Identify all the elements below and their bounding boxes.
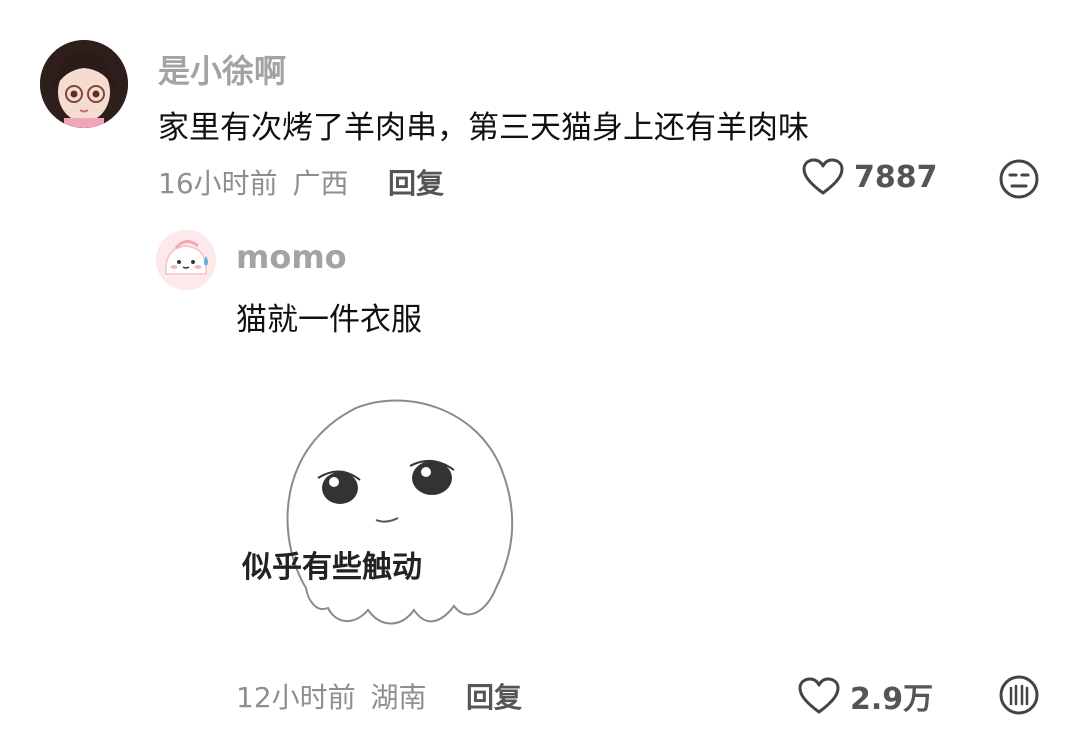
reply-like-count: 2.9万 xyxy=(850,682,934,717)
sticker-caption: 似乎有些触动 xyxy=(242,550,422,585)
comment-meta: 16小时前 广西 xyxy=(158,162,349,202)
reply-reply-button[interactable]: 回复 xyxy=(466,676,522,716)
reply-text: 猫就一件衣服 xyxy=(236,302,422,338)
like-count: 7887 xyxy=(854,159,938,195)
reply-meta: 12小时前 湖南 xyxy=(236,676,427,716)
dislike-button[interactable] xyxy=(998,158,1040,200)
comment-location: 广西 xyxy=(292,167,349,200)
comment-text: 家里有次烤了羊肉串，第三天猫身上还有羊肉味 xyxy=(158,110,809,146)
girl-with-glasses-avatar-icon xyxy=(40,40,128,128)
commenter-name[interactable]: 是小徐啊 xyxy=(158,46,286,92)
reply-dislike-button[interactable] xyxy=(998,674,1040,716)
reply-button[interactable]: 回复 xyxy=(388,162,444,202)
reply-avatar[interactable] xyxy=(156,230,216,290)
reply-username[interactable]: momo xyxy=(236,238,347,276)
reply-time: 12小时前 xyxy=(236,681,356,714)
comment-time: 16小时前 xyxy=(158,167,278,200)
ghost-sticker-icon xyxy=(286,399,514,625)
heart-icon xyxy=(798,677,840,714)
reply-location: 湖南 xyxy=(370,681,427,714)
heart-icon xyxy=(802,158,844,195)
face-dislike-icon xyxy=(999,159,1039,199)
reply-like-button[interactable]: 2.9万 xyxy=(798,674,933,718)
like-button[interactable]: 7887 xyxy=(802,158,938,196)
face-dislike-icon xyxy=(999,675,1039,715)
commenter-avatar[interactable] xyxy=(40,40,128,128)
ghost-sticker[interactable]: 似乎有些触动 xyxy=(236,378,536,638)
pink-blob-sweat-avatar-icon xyxy=(156,230,216,290)
